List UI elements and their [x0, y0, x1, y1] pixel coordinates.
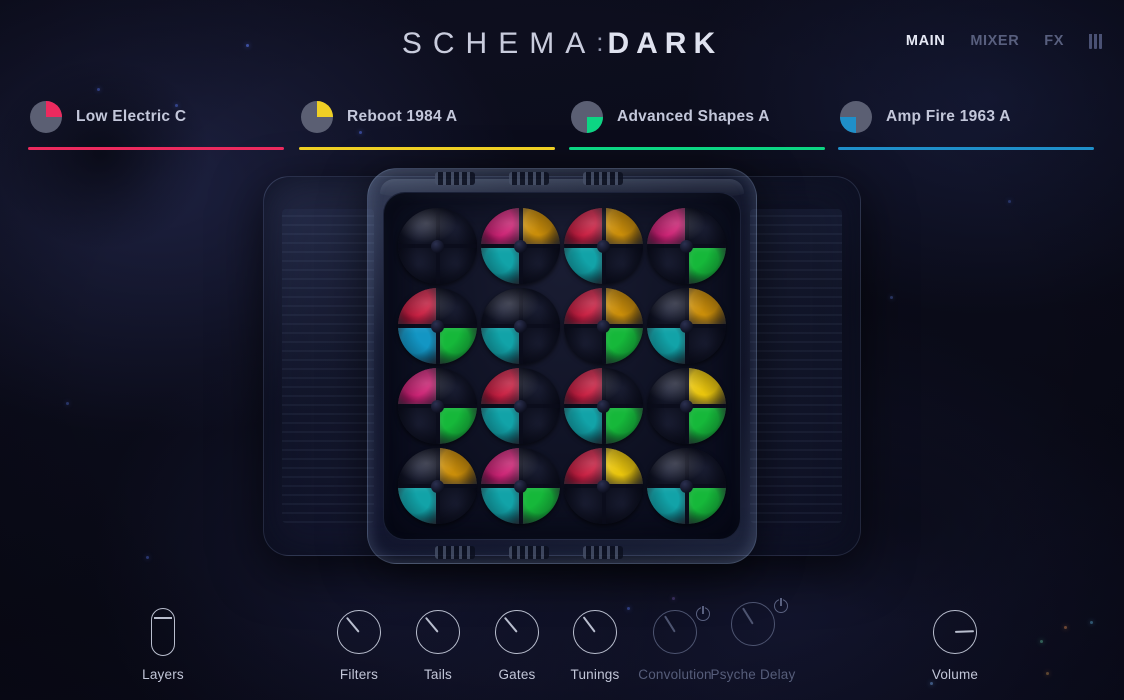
background-sparkle [66, 402, 69, 405]
pad-matrix[interactable] [398, 208, 726, 524]
control-layers[interactable]: Layers [108, 606, 218, 682]
control-bar: Layers Filters Tails Gates Tunings Convolutio… [0, 590, 1124, 700]
knob-icon [653, 610, 697, 654]
pad-cell[interactable] [481, 368, 560, 444]
case-clip [435, 546, 475, 559]
knob-icon [933, 610, 977, 654]
layer-tab[interactable]: Amp Fire 1963 A [838, 96, 1096, 154]
instrument-module [257, 168, 867, 568]
pad-cell[interactable] [564, 208, 643, 284]
control-label: Layers [142, 667, 184, 682]
pad-cell[interactable] [481, 448, 560, 524]
knob-icon [416, 610, 460, 654]
case-clip [435, 172, 475, 185]
pad-cell[interactable] [564, 448, 643, 524]
background-sparkle [890, 296, 893, 299]
pad-cell[interactable] [564, 288, 643, 364]
layer-underline-bar [299, 147, 555, 150]
layer-tab[interactable]: Low Electric C [28, 96, 286, 154]
main-nav: MAIN MIXER FX [906, 34, 1102, 49]
layer-underline-bar [569, 147, 825, 150]
logo-schema: SCHEMA [401, 27, 597, 60]
logo-dark: DARK [607, 27, 723, 60]
pad-cell[interactable] [481, 208, 560, 284]
layer-color-indicator-icon [30, 101, 62, 133]
nav-item-main[interactable]: MAIN [906, 34, 945, 49]
control-volume[interactable]: Volume [900, 606, 1010, 682]
pad-cell[interactable] [398, 448, 477, 524]
layer-name-label: Amp Fire 1963 A [886, 108, 1011, 125]
knob-icon [731, 602, 775, 646]
pad-cell[interactable] [647, 208, 726, 284]
layer-name-label: Reboot 1984 A [347, 108, 458, 125]
pad-cell[interactable] [398, 208, 477, 284]
control-label: Volume [931, 667, 979, 682]
case-clip [509, 546, 549, 559]
layer-tabs: Low Electric C Reboot 1984 A Advanced Shap… [0, 96, 1124, 154]
power-toggle-icon[interactable] [774, 598, 788, 613]
layer-underline-bar [28, 147, 284, 150]
layer-tab[interactable]: Reboot 1984 A [299, 96, 557, 154]
fader-icon [151, 608, 175, 656]
logo-colon: : [596, 27, 608, 57]
piano-keys-icon[interactable] [1089, 34, 1102, 49]
layer-name-label: Advanced Shapes A [617, 108, 770, 125]
layer-color-indicator-icon [840, 101, 872, 133]
case-clip [583, 172, 623, 185]
nav-item-mixer[interactable]: MIXER [970, 34, 1019, 49]
pad-cell[interactable] [647, 368, 726, 444]
pad-cell[interactable] [398, 368, 477, 444]
pad-cell[interactable] [481, 288, 560, 364]
app-root: SCHEMA:DARK MAIN MIXER FX Low Electric C… [0, 0, 1124, 700]
nav-item-fx[interactable]: FX [1044, 34, 1064, 49]
header: SCHEMA:DARK MAIN MIXER FX [0, 0, 1124, 90]
layer-tab[interactable]: Advanced Shapes A [569, 96, 827, 154]
layer-color-indicator-icon [301, 101, 333, 133]
knob-icon [495, 610, 539, 654]
control-label: Psyche Delay [710, 667, 796, 682]
background-sparkle [1008, 200, 1011, 203]
layer-underline-bar [838, 147, 1094, 150]
case-clip [509, 172, 549, 185]
pad-cell[interactable] [647, 448, 726, 524]
layer-color-indicator-icon [571, 101, 603, 133]
control-psyche-delay[interactable]: Psyche Delay [698, 598, 808, 682]
pad-cell[interactable] [564, 368, 643, 444]
layer-name-label: Low Electric C [76, 108, 187, 125]
case-clip [583, 546, 623, 559]
background-sparkle [146, 556, 149, 559]
pad-cell[interactable] [398, 288, 477, 364]
pad-cell[interactable] [647, 288, 726, 364]
knob-icon [337, 610, 381, 654]
knob-icon [573, 610, 617, 654]
